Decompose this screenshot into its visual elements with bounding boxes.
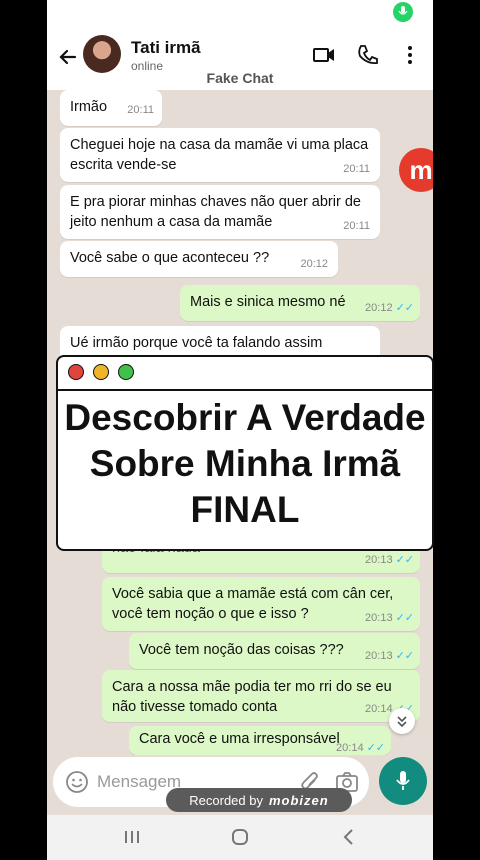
emoji-icon[interactable] [65, 770, 89, 794]
recorder-brand: mobizen [268, 792, 329, 808]
message-text: Ué irmão porque você ta falando assim [70, 335, 323, 351]
message-text: Mais e sinica mesmo né [190, 294, 346, 310]
message-text: Você sabe o que aconteceu ?? [70, 250, 270, 266]
message-text: Cara a nossa mãe podia ter mo rri do se … [112, 679, 392, 715]
read-ticks-icon: ✓✓ [395, 554, 414, 566]
system-nav-bar [47, 815, 433, 860]
watermark-title: Fake Chat [206, 70, 274, 86]
video-call-icon[interactable] [311, 42, 337, 68]
back-arrow-icon[interactable] [53, 42, 83, 72]
message-text: Você sabia que a mamãe está com cân cer,… [112, 586, 394, 622]
message-text: Cara você e uma irresponsável [139, 731, 340, 747]
more-options-icon[interactable] [397, 42, 423, 68]
voice-message-button[interactable] [379, 757, 427, 805]
microphone-icon [396, 771, 410, 790]
message-bubble[interactable]: Cheguei hoje na casa da mamãe vi uma pla… [60, 128, 380, 182]
double-chevron-down-icon [397, 716, 407, 728]
message-time: 20:11 [127, 104, 154, 116]
phone-call-icon[interactable] [355, 42, 381, 68]
recent-apps-icon[interactable] [120, 825, 144, 849]
read-ticks-icon: ✓✓ [395, 650, 414, 662]
status-bar [47, 0, 433, 28]
message-bubble[interactable]: Você sabia que a mamãe está com cân cer,… [102, 577, 420, 631]
message-time: 20:13 [365, 554, 393, 566]
message-text: E pra piorar minhas chaves não quer abri… [70, 194, 361, 230]
message-time: 20:13 [365, 612, 393, 624]
message-bubble[interactable]: Irmão 20:11 [60, 90, 162, 126]
message-bubble[interactable]: E pra piorar minhas chaves não quer abri… [60, 185, 380, 239]
message-time: 20:12 [300, 258, 328, 270]
recorder-label: Recorded by [189, 792, 263, 808]
message-bubble[interactable]: Mais e sinica mesmo né 20:12 ✓✓ [180, 285, 420, 321]
read-ticks-icon: ✓✓ [395, 302, 414, 314]
read-ticks-icon: ✓✓ [395, 612, 414, 624]
minimize-dot-icon [93, 364, 109, 380]
home-icon[interactable] [228, 825, 252, 849]
message-bubble[interactable]: Você sabe o que aconteceu ?? 20:12 [60, 241, 338, 277]
message-text: Irmão [70, 99, 108, 115]
message-text: Cheguei hoje na casa da mamãe vi uma pla… [70, 137, 369, 173]
avatar[interactable] [83, 35, 121, 73]
message-placeholder: Mensagem [97, 772, 182, 791]
contact-name[interactable]: Tati irmã [131, 38, 201, 58]
message-time: 20:13 [365, 650, 393, 662]
overlay-title: Descobrir A Verdade Sobre Minha Irmã FIN… [64, 397, 426, 530]
read-ticks-icon: ✓✓ [366, 742, 385, 754]
message-time: 20:14 [365, 703, 393, 715]
message-time: 20:11 [343, 220, 370, 232]
maximize-dot-icon [118, 364, 134, 380]
close-dot-icon [68, 364, 84, 380]
message-text: Você tem noção das coisas ??? [139, 642, 344, 658]
message-bubble[interactable]: Cara você e uma irresponsável 20:14 ✓✓ [129, 726, 391, 755]
title-overlay-window: Descobrir A Verdade Sobre Minha Irmã FIN… [56, 355, 434, 551]
back-nav-icon[interactable] [337, 825, 361, 849]
message-time: 20:12 [365, 302, 393, 314]
overlay-title-bar [58, 357, 432, 391]
message-bubble[interactable]: Cara a nossa mãe podia ter mo rri do se … [102, 670, 420, 722]
recorder-watermark: Recorded by mobizen [166, 788, 352, 812]
message-time: 20:14 [336, 742, 364, 754]
message-time: 20:11 [343, 163, 370, 175]
scroll-down-button[interactable] [389, 708, 415, 734]
message-bubble[interactable]: Você tem noção das coisas ??? 20:13 ✓✓ [129, 633, 420, 669]
mic-indicator-icon [393, 2, 413, 22]
